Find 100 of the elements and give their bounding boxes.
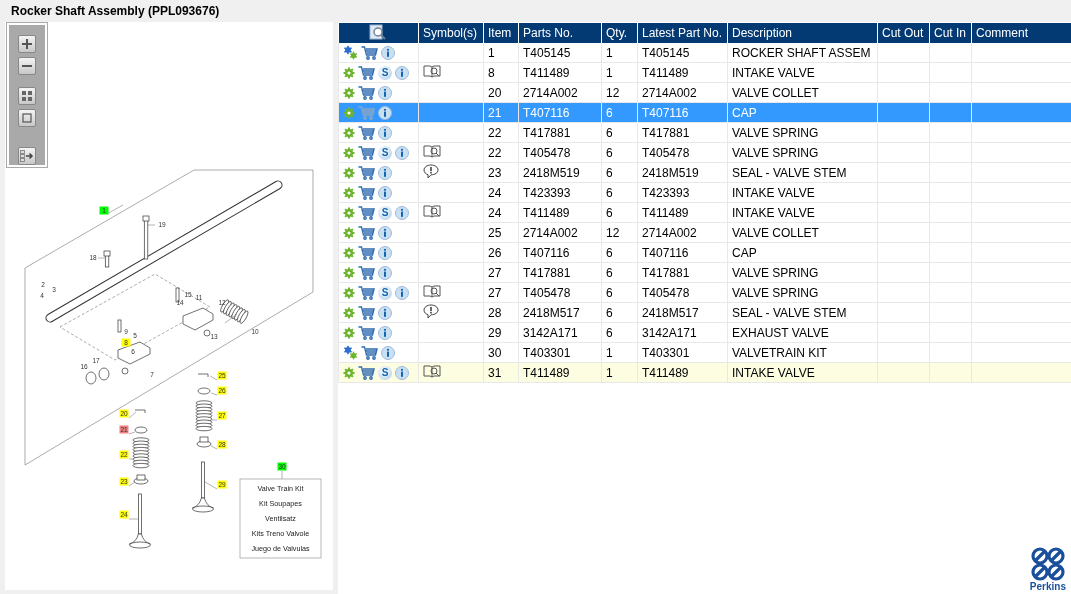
gears-icon (343, 45, 358, 60)
table-cell: T407116 (518, 242, 602, 263)
table-row[interactable]: S 27 T405478 6 T405478 VALVE SPRING (338, 282, 1071, 303)
table-cell: 12 (601, 222, 638, 243)
table-cell: VALVE COLLET (727, 82, 878, 103)
cart-icon[interactable] (358, 165, 375, 180)
info-icon[interactable] (395, 65, 409, 80)
leader-line (210, 392, 218, 396)
table-row[interactable]: 22 T417881 6 T417881 VALVE SPRING (338, 122, 1071, 143)
document-search-icon[interactable] (369, 23, 388, 40)
cart-icon[interactable] (358, 265, 375, 280)
column-header[interactable]: Qty. (601, 23, 638, 43)
table-row[interactable]: S 24 T411489 6 T411489 INTAKE VALVE (338, 202, 1071, 223)
table-row[interactable]: S 22 T405478 6 T405478 VALVE SPRING (338, 142, 1071, 163)
status-badge[interactable]: S (378, 65, 392, 80)
column-header[interactable]: Description (727, 23, 878, 43)
cart-icon[interactable] (358, 325, 375, 340)
cart-icon[interactable] (358, 245, 375, 260)
table-cell: 25 (483, 222, 519, 243)
cart-icon[interactable] (358, 125, 375, 140)
column-header[interactable]: Item (483, 23, 519, 43)
cart-icon[interactable] (358, 365, 375, 380)
gears-icon (343, 345, 358, 360)
info-icon[interactable] (381, 345, 395, 360)
table-row[interactable]: S 31 T411489 1 T411489 INTAKE VALVE (338, 362, 1071, 383)
column-header[interactable]: Symbol(s) (418, 23, 484, 43)
table-cell: 8 (483, 62, 519, 83)
table-row[interactable]: 1 T405145 1 T405145 ROCKER SHAFT ASSEM (338, 43, 1071, 63)
status-badge[interactable]: S (378, 285, 392, 300)
info-icon[interactable] (378, 325, 392, 340)
collet-drawing (134, 409, 146, 414)
status-badge[interactable]: S (378, 145, 392, 160)
table-cell: CAP (727, 102, 878, 123)
status-badge[interactable]: S (378, 365, 392, 380)
table-cell: T411489 (637, 202, 728, 223)
seal-drawing (196, 436, 212, 448)
table-cell: 1 (601, 342, 638, 363)
info-icon[interactable] (378, 125, 392, 140)
table-cell: T405145 (518, 43, 602, 63)
column-header[interactable]: Latest Part No. (637, 23, 728, 43)
seal-drawing (133, 474, 149, 485)
table-row[interactable]: 29 3142A171 6 3142A171 EXHAUST VALVE (338, 322, 1071, 343)
info-icon[interactable] (395, 285, 409, 300)
table-cell (418, 102, 484, 123)
cart-icon[interactable] (358, 185, 375, 200)
table-row[interactable]: 20 2714A002 12 2714A002 VALVE COLLET (338, 82, 1071, 103)
info-icon[interactable] (395, 145, 409, 160)
cart-icon[interactable] (358, 225, 375, 240)
actual-size-button[interactable] (18, 109, 36, 127)
zoom-out-button[interactable] (18, 57, 36, 75)
fit-view-button[interactable] (18, 87, 36, 105)
status-badge[interactable]: S (378, 205, 392, 220)
cart-icon[interactable] (358, 205, 375, 220)
zoom-in-button[interactable] (18, 35, 36, 53)
table-cell: T407116 (518, 102, 602, 123)
leader-line (128, 481, 136, 487)
column-header[interactable]: Cut In (929, 23, 972, 43)
info-icon[interactable] (395, 365, 409, 380)
table-row[interactable]: 27 T417881 6 T417881 VALVE SPRING (338, 262, 1071, 283)
info-icon[interactable] (378, 105, 392, 120)
info-icon[interactable] (378, 185, 392, 200)
table-cell: 21 (483, 102, 519, 123)
info-icon[interactable] (378, 245, 392, 260)
table-row[interactable]: 28 2418M517 6 2418M517 SEAL - VALVE STEM (338, 302, 1071, 323)
column-header[interactable]: Parts No. (518, 23, 602, 43)
info-icon[interactable] (378, 265, 392, 280)
info-icon[interactable] (381, 45, 395, 60)
table-row[interactable]: 25 2714A002 12 2714A002 VALVE COLLET (338, 222, 1071, 243)
table-cell: VALVE SPRING (727, 282, 878, 303)
table-row[interactable]: 30 T403301 1 T403301 VALVETRAIN KIT (338, 342, 1071, 363)
cart-icon[interactable] (358, 285, 375, 300)
table-cell: 6 (601, 322, 638, 343)
info-icon[interactable] (378, 165, 392, 180)
table-cell: 2418M519 (518, 162, 602, 183)
circlip-drawing (85, 371, 97, 385)
table-row[interactable]: 26 T407116 6 T407116 CAP (338, 242, 1071, 263)
table-row[interactable]: 23 2418M519 6 2418M519 SEAL - VALVE STEM (338, 162, 1071, 183)
table-row[interactable]: S 8 T411489 1 T411489 INTAKE VALVE (338, 62, 1071, 83)
table-cell: SEAL - VALVE STEM (727, 302, 878, 323)
table-cell: 6 (601, 182, 638, 203)
exit-button[interactable] (18, 147, 36, 165)
leader-line (128, 431, 136, 435)
info-icon[interactable] (378, 305, 392, 320)
table-row[interactable]: 24 T423393 6 T423393 INTAKE VALVE (338, 182, 1071, 203)
column-header[interactable]: Cut Out (877, 23, 930, 43)
table-cell: VALVE COLLET (727, 222, 878, 243)
cart-icon[interactable] (361, 345, 378, 360)
cart-icon[interactable] (358, 65, 375, 80)
cart-icon[interactable] (358, 305, 375, 320)
info-icon[interactable] (378, 225, 392, 240)
cart-icon[interactable] (361, 45, 378, 60)
info-icon[interactable] (395, 205, 409, 220)
column-header[interactable]: Comment (971, 23, 1071, 43)
cart-icon[interactable] (358, 145, 375, 160)
column-header[interactable] (338, 23, 419, 43)
info-icon[interactable] (378, 85, 392, 100)
table-cell: 1 (483, 43, 519, 63)
cart-icon[interactable] (358, 85, 375, 100)
table-cell: 3142A171 (518, 322, 602, 343)
table-cell: 6 (601, 102, 638, 123)
